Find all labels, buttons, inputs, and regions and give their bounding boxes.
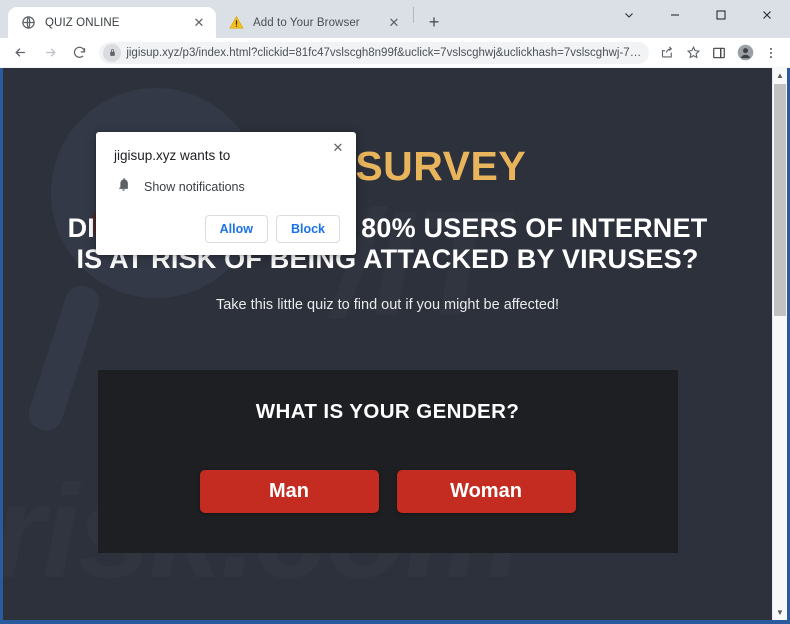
block-button[interactable]: Block: [275, 215, 340, 243]
lock-icon[interactable]: [103, 43, 122, 62]
tab-title: Add to Your Browser: [253, 16, 360, 29]
permission-actions: Allow Block: [114, 215, 340, 243]
side-panel-icon[interactable]: [706, 40, 732, 66]
notification-permission-dialog: ✕ jigisup.xyz wants to Show notification…: [96, 132, 356, 255]
scroll-up-arrow-icon[interactable]: ▲: [773, 68, 787, 83]
quiz-card: WHAT IS YOUR GENDER? Man Woman: [97, 369, 678, 553]
browser-window: QUIZ ONLINE ✕ Add to Your Browser ✕ + ji…: [0, 0, 790, 624]
close-icon[interactable]: ✕: [328, 138, 348, 158]
minimize-button[interactable]: [652, 0, 698, 30]
tab-add-to-your-browser[interactable]: Add to Your Browser ✕: [216, 7, 411, 38]
quiz-option-man[interactable]: Man: [199, 469, 379, 513]
profile-avatar-icon[interactable]: [732, 40, 758, 66]
page-viewport: /IT risk.com RITY SURVEY DID YOU KNOW TH…: [0, 68, 790, 624]
permission-request-row: Show notifications: [114, 177, 340, 197]
maximize-button[interactable]: [698, 0, 744, 30]
tab-title: QUIZ ONLINE: [45, 16, 120, 29]
new-tab-button[interactable]: +: [420, 8, 448, 36]
star-icon[interactable]: [680, 40, 706, 66]
quiz-question: WHAT IS YOUR GENDER?: [255, 399, 520, 423]
quiz-options: Man Woman: [98, 469, 678, 513]
tab-close-icon[interactable]: ✕: [385, 14, 403, 32]
share-icon[interactable]: [654, 40, 680, 66]
reload-button[interactable]: [65, 40, 94, 66]
quiz-option-woman[interactable]: Woman: [396, 469, 576, 513]
back-button[interactable]: [6, 40, 35, 66]
tab-strip: QUIZ ONLINE ✕ Add to Your Browser ✕ +: [0, 0, 790, 38]
browser-toolbar: jigisup.xyz/p3/index.html?clickid=81fc47…: [0, 38, 790, 68]
forward-button[interactable]: [35, 40, 64, 66]
scrollbar-thumb[interactable]: [774, 84, 786, 316]
bell-icon: [116, 177, 131, 197]
tab-divider: [413, 7, 414, 23]
tab-quiz-online[interactable]: QUIZ ONLINE ✕: [8, 7, 216, 38]
url-text: jigisup.xyz/p3/index.html?clickid=81fc47…: [126, 46, 643, 59]
allow-button[interactable]: Allow: [204, 215, 268, 243]
permission-label: Show notifications: [144, 180, 245, 194]
address-bar[interactable]: jigisup.xyz/p3/index.html?clickid=81fc47…: [99, 41, 649, 64]
tab-search-icon[interactable]: [606, 0, 652, 30]
page-note: Take this little quiz to find out if you…: [215, 296, 560, 313]
warning-triangle-icon: [228, 15, 244, 31]
close-window-button[interactable]: [744, 0, 790, 30]
tab-close-icon[interactable]: ✕: [190, 14, 208, 32]
three-dot-menu-icon[interactable]: [758, 40, 784, 66]
page-scrollbar[interactable]: ▲ ▼: [772, 68, 787, 620]
window-controls: [606, 0, 790, 38]
scroll-down-arrow-icon[interactable]: ▼: [773, 605, 787, 620]
permission-dialog-title: jigisup.xyz wants to: [114, 148, 231, 163]
globe-icon: [20, 15, 36, 31]
